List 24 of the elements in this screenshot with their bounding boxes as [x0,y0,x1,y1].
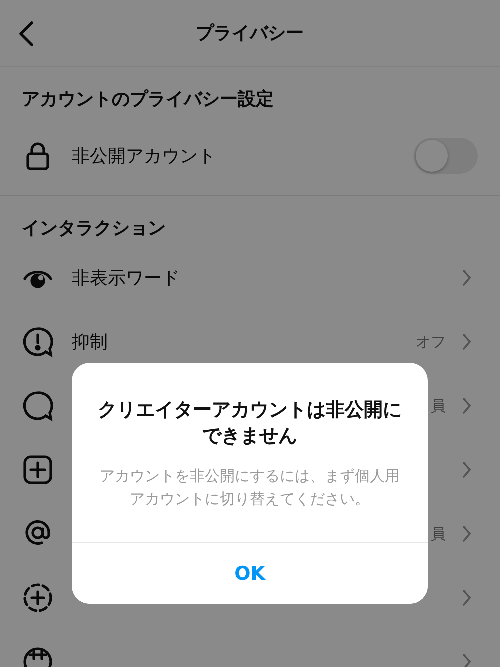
dialog-title: クリエイターアカウントは非公開にできません [97,398,403,449]
setting-label: 抑制 [72,331,109,354]
dashed-plus-circle-icon [22,582,54,614]
section-title: アカウントのプライバシー設定 [21,88,275,112]
plus-square-icon [22,454,54,486]
chevron-icon [462,333,472,351]
page-title: プライバシー [196,22,304,45]
setting-label: 非公開アカウント [72,145,217,168]
toggle-switch[interactable] [414,138,478,174]
section-title: インタラクション [21,217,167,241]
ok-button[interactable]: OK [72,542,428,604]
chevron-icon [462,461,472,479]
setting-value: 員 [431,524,446,544]
alert-bubble-icon [22,326,54,358]
setting-value: 員 [431,396,446,416]
chevron-icon [462,525,472,543]
chevron-icon [462,269,472,287]
dialog-message: アカウントを非公開にするには、まず個人用アカウントに切り替えてください。 [99,466,401,510]
setting-value: オフ [416,332,446,352]
chevron-icon [462,397,472,415]
chevron-icon [462,653,472,667]
setting-label: 非表示ワード [72,267,181,290]
chevron-icon [462,589,472,607]
chat-bubble-icon [22,390,54,422]
